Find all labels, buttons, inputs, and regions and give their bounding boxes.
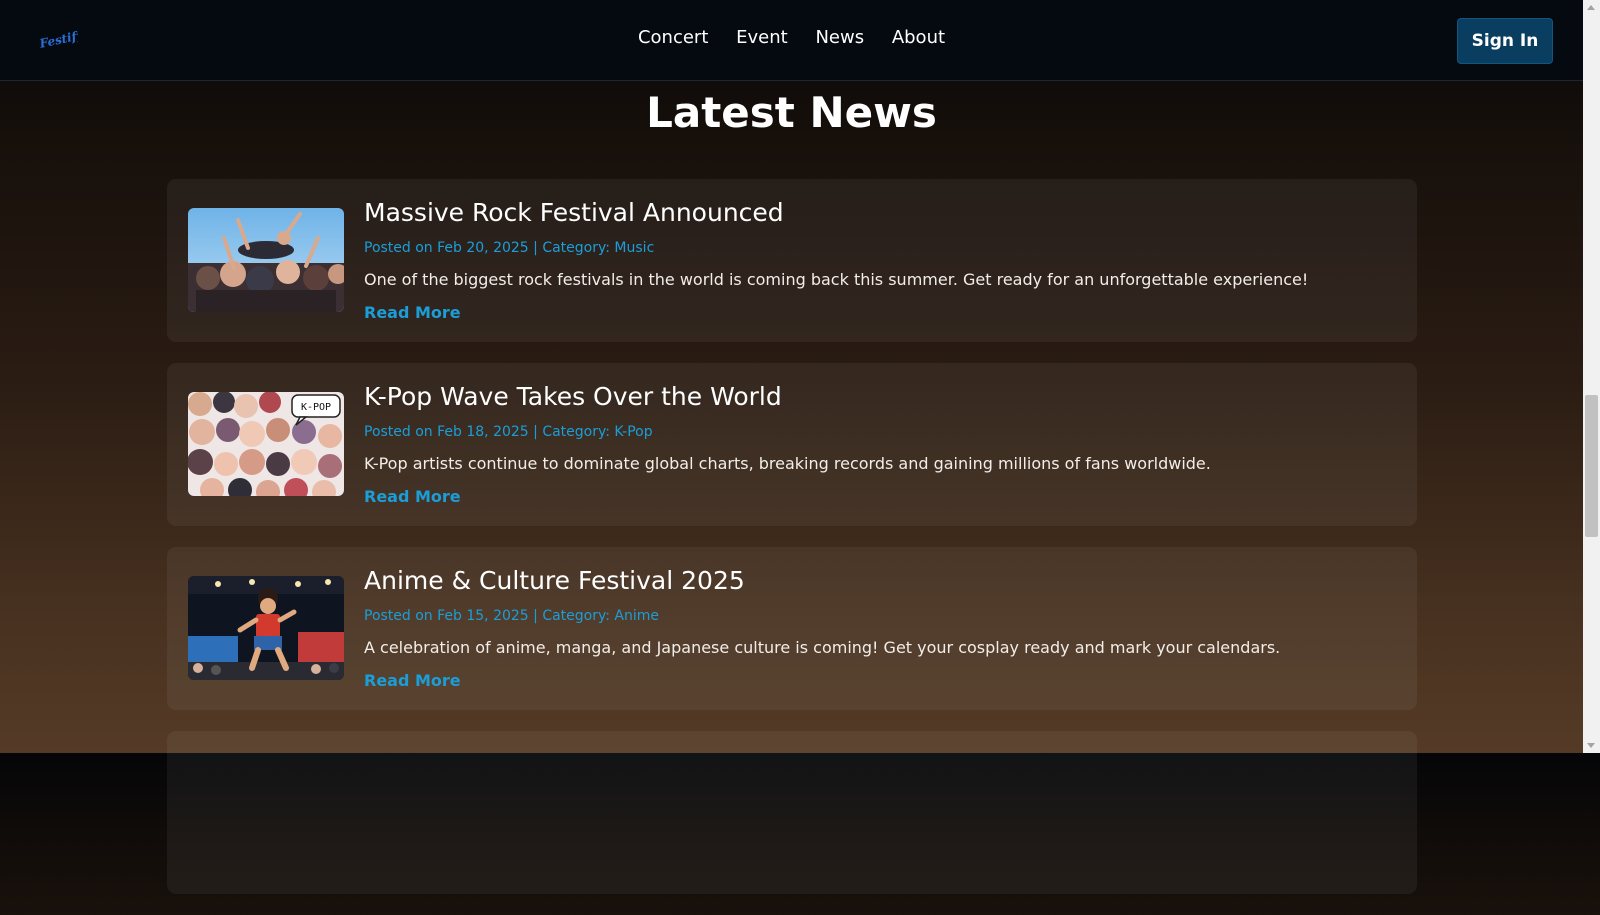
news-meta: Posted on Feb 20, 2025 | Category: Music (364, 240, 655, 256)
news-card: K-POP K-Pop Wave Takes Over the World Po… (167, 363, 1417, 526)
page-scrollbar[interactable] (1583, 0, 1600, 753)
news-card-partial (167, 731, 1417, 894)
nav-concert[interactable]: Concert (638, 27, 708, 48)
news-card: Massive Rock Festival Announced Posted o… (167, 179, 1417, 342)
read-more-link[interactable]: Read More (364, 487, 461, 506)
news-description: K-Pop artists continue to dominate globa… (364, 454, 1211, 473)
news-meta: Posted on Feb 18, 2025 | Category: K-Pop (364, 424, 653, 440)
scroll-up-arrow-icon[interactable] (1587, 5, 1595, 10)
news-title[interactable]: Massive Rock Festival Announced (364, 198, 784, 227)
news-title[interactable]: Anime & Culture Festival 2025 (364, 566, 745, 595)
navbar: Festify Concert Event News About Sign In (0, 0, 1583, 81)
news-card: Anime & Culture Festival 2025 Posted on … (167, 547, 1417, 710)
nav-event[interactable]: Event (736, 27, 788, 48)
news-description: One of the biggest rock festivals in the… (364, 270, 1309, 289)
news-meta: Posted on Feb 15, 2025 | Category: Anime (364, 608, 660, 624)
page-title: Latest News (646, 88, 937, 137)
sign-in-button[interactable]: Sign In (1457, 18, 1553, 64)
read-more-link[interactable]: Read More (364, 303, 461, 322)
news-image-anime[interactable] (188, 576, 344, 680)
scrollbar-thumb[interactable] (1585, 395, 1598, 537)
news-image-rock[interactable] (188, 208, 344, 312)
nav-about[interactable]: About (892, 27, 945, 48)
news-description: A celebration of anime, manga, and Japan… (364, 638, 1281, 657)
svg-text:K-POP: K-POP (301, 402, 331, 413)
news-title[interactable]: K-Pop Wave Takes Over the World (364, 382, 782, 411)
news-list: Massive Rock Festival Announced Posted o… (167, 179, 1417, 915)
main-nav: Concert Event News About (0, 27, 1583, 48)
news-image-kpop[interactable]: K-POP (188, 392, 344, 496)
scroll-down-arrow-icon[interactable] (1587, 743, 1595, 748)
nav-news[interactable]: News (815, 27, 864, 48)
read-more-link[interactable]: Read More (364, 671, 461, 690)
